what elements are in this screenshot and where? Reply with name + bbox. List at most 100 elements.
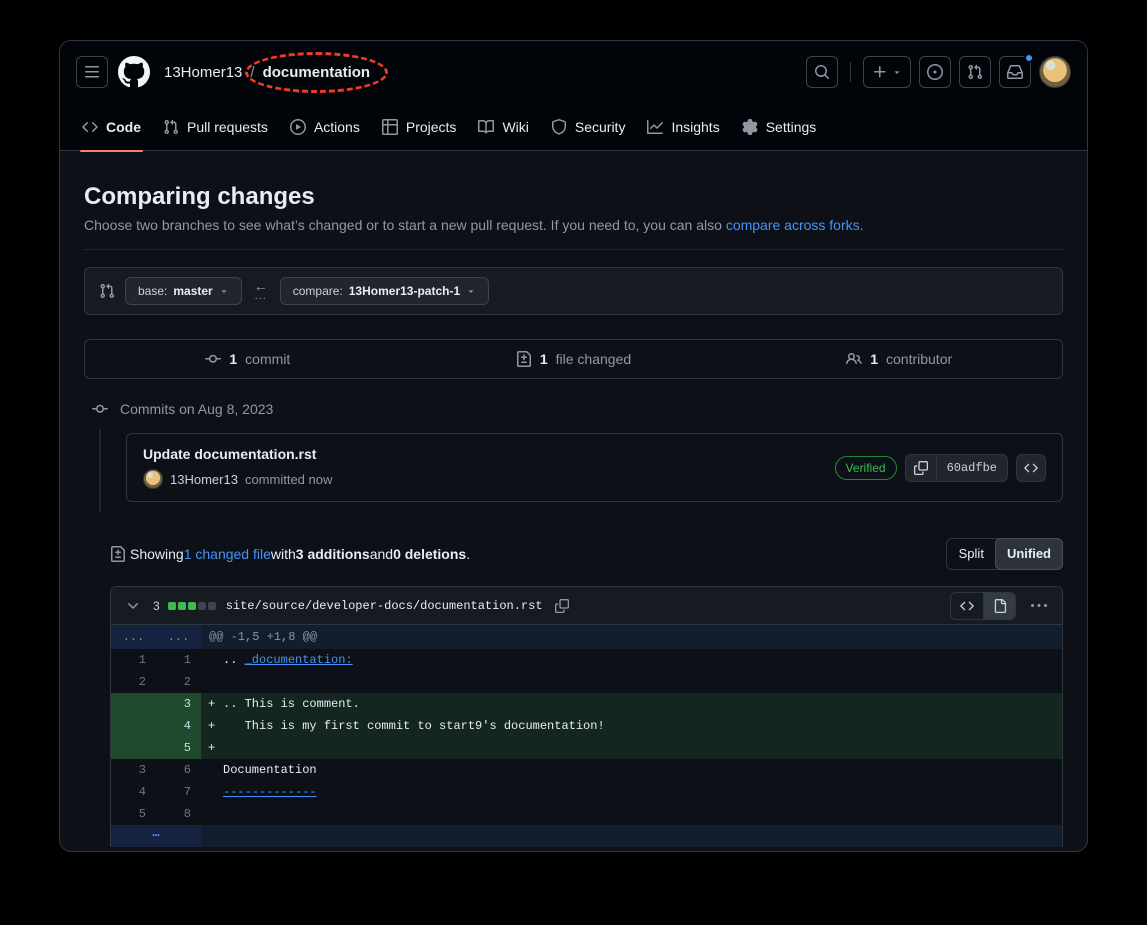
pull-requests-button[interactable] xyxy=(959,56,991,88)
avatar[interactable] xyxy=(143,469,163,489)
commit-sha[interactable]: 60adfbe xyxy=(936,454,1007,482)
hunk-gutter-new: ... xyxy=(156,625,201,649)
diff-stat-squares xyxy=(168,602,216,610)
line-number-old[interactable] xyxy=(111,693,156,715)
expand-lines-button[interactable]: ⋯ xyxy=(111,825,201,847)
summary-commits[interactable]: 1 commit xyxy=(85,340,411,378)
commit-timeline-rail xyxy=(99,429,101,512)
pull-request-icon xyxy=(163,119,179,135)
chevron-down-icon xyxy=(219,286,229,296)
line-number-old[interactable]: 4 xyxy=(111,781,156,803)
app-header: 13Homer13 / documentation xyxy=(60,41,1087,103)
deletions-count: 0 deletions xyxy=(393,546,466,562)
avatar[interactable] xyxy=(1039,56,1071,88)
tab-code[interactable]: Code xyxy=(72,103,151,151)
compare-branch-dropdown[interactable]: compare: 13Homer13-patch-1 xyxy=(280,277,489,305)
line-number-new[interactable]: 2 xyxy=(156,671,201,693)
source-view-button[interactable] xyxy=(951,593,983,619)
contributor-count: 1 xyxy=(870,351,878,367)
line-number-old[interactable]: 2 xyxy=(111,671,156,693)
chevron-down-icon xyxy=(466,286,476,296)
code-line: Documentation xyxy=(201,759,1062,781)
verified-badge[interactable]: Verified xyxy=(835,456,897,480)
plus-icon xyxy=(872,64,888,80)
commit-count: 1 xyxy=(229,351,237,367)
tab-settings[interactable]: Settings xyxy=(732,103,827,151)
code-icon xyxy=(82,119,98,135)
breadcrumb-repo-wrap: documentation xyxy=(263,64,371,81)
diff-line-added: 3 +.. This is comment. xyxy=(111,693,1062,715)
line-number-new[interactable]: 5 xyxy=(156,737,201,759)
hamburger-menu-button[interactable] xyxy=(76,56,108,88)
breadcrumb-repo[interactable]: documentation xyxy=(263,64,371,81)
collapse-file-button[interactable] xyxy=(121,594,145,618)
commit-actions: Verified 60adfbe xyxy=(835,454,1046,482)
file-diff-icon xyxy=(516,351,532,367)
git-commit-icon xyxy=(92,401,108,417)
hunk-header: @@ -1,5 +1,8 @@ xyxy=(201,625,1062,649)
kebab-icon xyxy=(1031,598,1047,614)
line-number-old[interactable]: 5 xyxy=(111,803,156,825)
rich-view-button[interactable] xyxy=(983,593,1015,619)
repo-nav: Code Pull requests Actions Projects Wiki… xyxy=(60,103,1087,151)
line-number-new[interactable]: 6 xyxy=(156,759,201,781)
file-icon xyxy=(993,599,1007,613)
people-icon xyxy=(846,351,862,367)
line-number-old[interactable]: 1 xyxy=(111,649,156,671)
line-number-new[interactable]: 8 xyxy=(156,803,201,825)
diff-hunk-row: ... ... @@ -1,5 +1,8 @@ xyxy=(111,625,1062,649)
base-branch-dropdown[interactable]: base: master xyxy=(125,277,242,305)
code-target-text: _documentation: xyxy=(245,653,353,667)
code-line: + This is my first commit to start9's do… xyxy=(201,715,1062,737)
issues-button[interactable] xyxy=(919,56,951,88)
line-number-new[interactable]: 1 xyxy=(156,649,201,671)
tab-label: Actions xyxy=(314,119,360,135)
showing-text: with xyxy=(271,546,296,562)
diff-file-card: 3 site/source/developer-docs/documentati… xyxy=(110,586,1063,847)
code-icon xyxy=(960,599,974,613)
tab-wiki[interactable]: Wiki xyxy=(468,103,538,151)
file-diff-icon xyxy=(110,546,126,562)
book-icon xyxy=(478,119,494,135)
tab-label: Settings xyxy=(766,119,817,135)
tab-actions[interactable]: Actions xyxy=(280,103,370,151)
github-logo[interactable] xyxy=(118,56,150,88)
create-new-button[interactable] xyxy=(863,56,911,88)
file-path: site/source/developer-docs/documentation… xyxy=(226,599,543,613)
breadcrumb-owner[interactable]: 13Homer13 xyxy=(164,64,242,81)
commit-title[interactable]: Update documentation.rst xyxy=(143,446,332,462)
copy-sha-button[interactable] xyxy=(906,454,936,482)
browse-code-button[interactable] xyxy=(1016,454,1046,482)
code-line: + xyxy=(201,737,1062,759)
tab-projects[interactable]: Projects xyxy=(372,103,467,151)
github-window: 13Homer13 / documentation xyxy=(59,40,1088,852)
line-number-old[interactable] xyxy=(111,715,156,737)
copy-path-button[interactable] xyxy=(555,599,569,613)
changed-file-link[interactable]: 1 changed file xyxy=(184,546,271,562)
line-number-old[interactable] xyxy=(111,737,156,759)
tab-pull-requests[interactable]: Pull requests xyxy=(153,103,278,151)
chevron-down-icon xyxy=(892,67,902,77)
file-options-button[interactable] xyxy=(1026,593,1052,619)
github-mark-icon xyxy=(118,56,150,88)
header-actions xyxy=(806,56,1071,88)
compare-across-forks-link[interactable]: compare across forks xyxy=(726,217,860,233)
diff-line-context: 3 6 Documentation xyxy=(111,759,1062,781)
diff-line-context: 1 1 .. _documentation: xyxy=(111,649,1062,671)
line-number-new[interactable]: 4 xyxy=(156,715,201,737)
commit-meta: 13Homer13 committed now xyxy=(143,469,332,489)
shield-icon xyxy=(551,119,567,135)
expand-row-filler xyxy=(201,825,1062,847)
unified-view-button[interactable]: Unified xyxy=(995,538,1063,570)
commit-author[interactable]: 13Homer13 xyxy=(170,472,238,487)
project-icon xyxy=(382,119,398,135)
line-number-old[interactable]: 3 xyxy=(111,759,156,781)
line-number-new[interactable]: 3 xyxy=(156,693,201,715)
search-button[interactable] xyxy=(806,56,838,88)
split-view-button[interactable]: Split xyxy=(947,539,996,569)
tab-security[interactable]: Security xyxy=(541,103,636,151)
tab-insights[interactable]: Insights xyxy=(637,103,729,151)
summary-contributors[interactable]: 1 contributor xyxy=(736,340,1062,378)
summary-files-changed[interactable]: 1 file changed xyxy=(411,340,737,378)
line-number-new[interactable]: 7 xyxy=(156,781,201,803)
